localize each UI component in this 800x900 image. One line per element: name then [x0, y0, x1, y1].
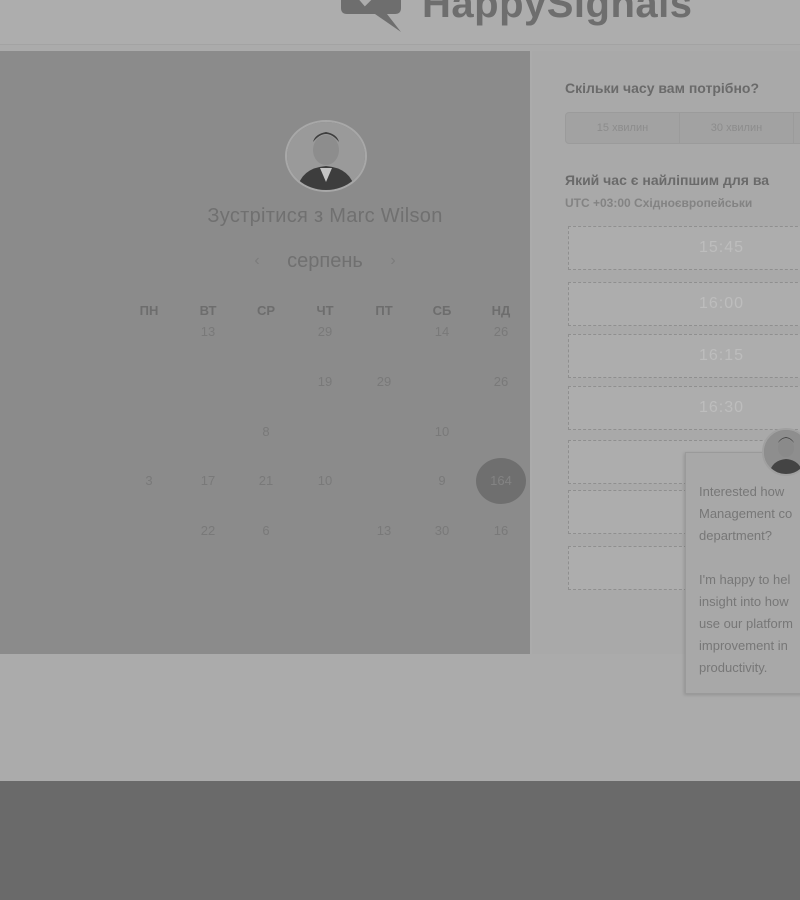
host-avatar: [285, 120, 367, 192]
calendar-day[interactable]: 9: [417, 458, 467, 504]
person-photo: [287, 122, 365, 190]
calendar-day[interactable]: 30: [417, 508, 467, 554]
time-slot[interactable]: 15:45: [568, 226, 800, 270]
page: HappySignals Зустрітися з Marc Wilson ‹ …: [0, 0, 800, 781]
time-slot-label: 16:00: [699, 295, 745, 312]
duration-option-15[interactable]: 15 хвилин: [566, 113, 680, 143]
duration-selector: 15 хвилин 30 хвилин: [565, 112, 800, 144]
time-slot-label: 16:15: [699, 347, 745, 364]
calendar-day[interactable]: 10: [417, 409, 467, 455]
calendar-day[interactable]: 3: [124, 458, 174, 504]
calendar-day[interactable]: 21: [241, 458, 291, 504]
calendar-day[interactable]: 26: [476, 359, 526, 405]
month-label: серпень: [287, 249, 363, 272]
chat-message: Interested how Management co department?…: [699, 484, 793, 675]
calendar-day[interactable]: 17: [183, 458, 233, 504]
host-heading: Зустрітися з Marc Wilson: [207, 205, 443, 227]
calendar-day[interactable]: 13: [183, 309, 233, 355]
month-navigator: ‹ серпень ›: [250, 248, 400, 274]
calendar-day-selected[interactable]: 164: [476, 458, 526, 504]
calendar-day[interactable]: 13: [359, 508, 409, 554]
brand-name[interactable]: HappySignals: [422, 0, 693, 27]
chevron-right-icon[interactable]: ›: [386, 252, 400, 270]
time-slot-label: 15:45: [699, 239, 745, 256]
calendar-day[interactable]: 26: [476, 309, 526, 355]
calendar-day[interactable]: 6: [241, 508, 291, 554]
timezone-label[interactable]: UTC +03:00 Східноєвропейськи: [565, 196, 752, 210]
time-slot[interactable]: 16:15: [568, 334, 800, 378]
duration-question: Скільки часу вам потрібно?: [565, 80, 760, 96]
calendar-day[interactable]: 22: [183, 508, 233, 554]
header-bar: HappySignals: [0, 0, 800, 45]
weekday-fri: ПТ: [375, 303, 393, 318]
calendar-day[interactable]: 8: [241, 409, 291, 455]
weekday-wed: СР: [256, 303, 276, 318]
person-photo: [764, 430, 800, 474]
calendar-day[interactable]: 19: [300, 359, 350, 405]
time-slot[interactable]: 16:00: [568, 282, 800, 326]
calendar-day[interactable]: 14: [417, 309, 467, 355]
calendar-day[interactable]: 29: [300, 309, 350, 355]
calendar-day[interactable]: 16: [476, 508, 526, 554]
time-slot[interactable]: 16:30: [568, 386, 800, 430]
weekday-mon: ПН: [139, 303, 159, 318]
speech-bubble-logo-icon: [341, 0, 401, 32]
chevron-left-icon[interactable]: ‹: [250, 252, 264, 270]
calendar-day[interactable]: 29: [359, 359, 409, 405]
time-slot-label: 16:30: [699, 399, 745, 416]
calendar-day[interactable]: 10: [300, 458, 350, 504]
duration-option-30[interactable]: 30 хвилин: [680, 113, 794, 143]
time-question: Який час є найліпшим для ва: [565, 172, 770, 188]
